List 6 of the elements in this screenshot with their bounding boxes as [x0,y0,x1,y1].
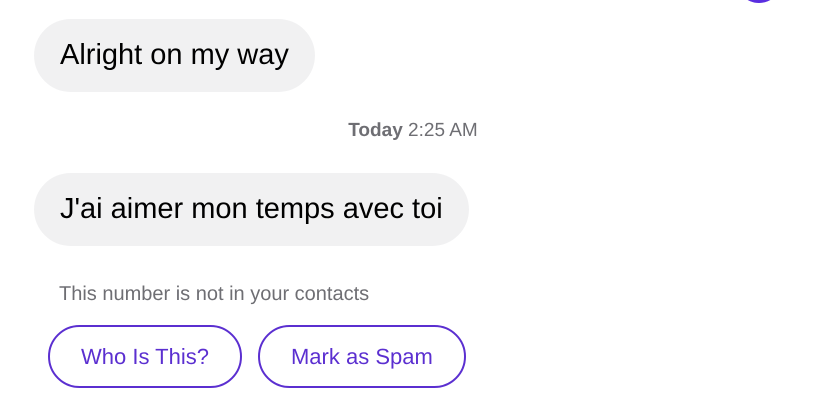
action-button[interactable]: Who Is This? [48,325,242,388]
notice-text: This number is not in your contacts [59,283,370,305]
timestamp: Today 2:25 AM [348,120,478,141]
message-bubble: J'ai aimer mon temps avec toi [34,173,469,246]
action-button[interactable]: Mark as Spam [258,325,466,388]
message-bubble: Alright on my way [34,19,315,92]
